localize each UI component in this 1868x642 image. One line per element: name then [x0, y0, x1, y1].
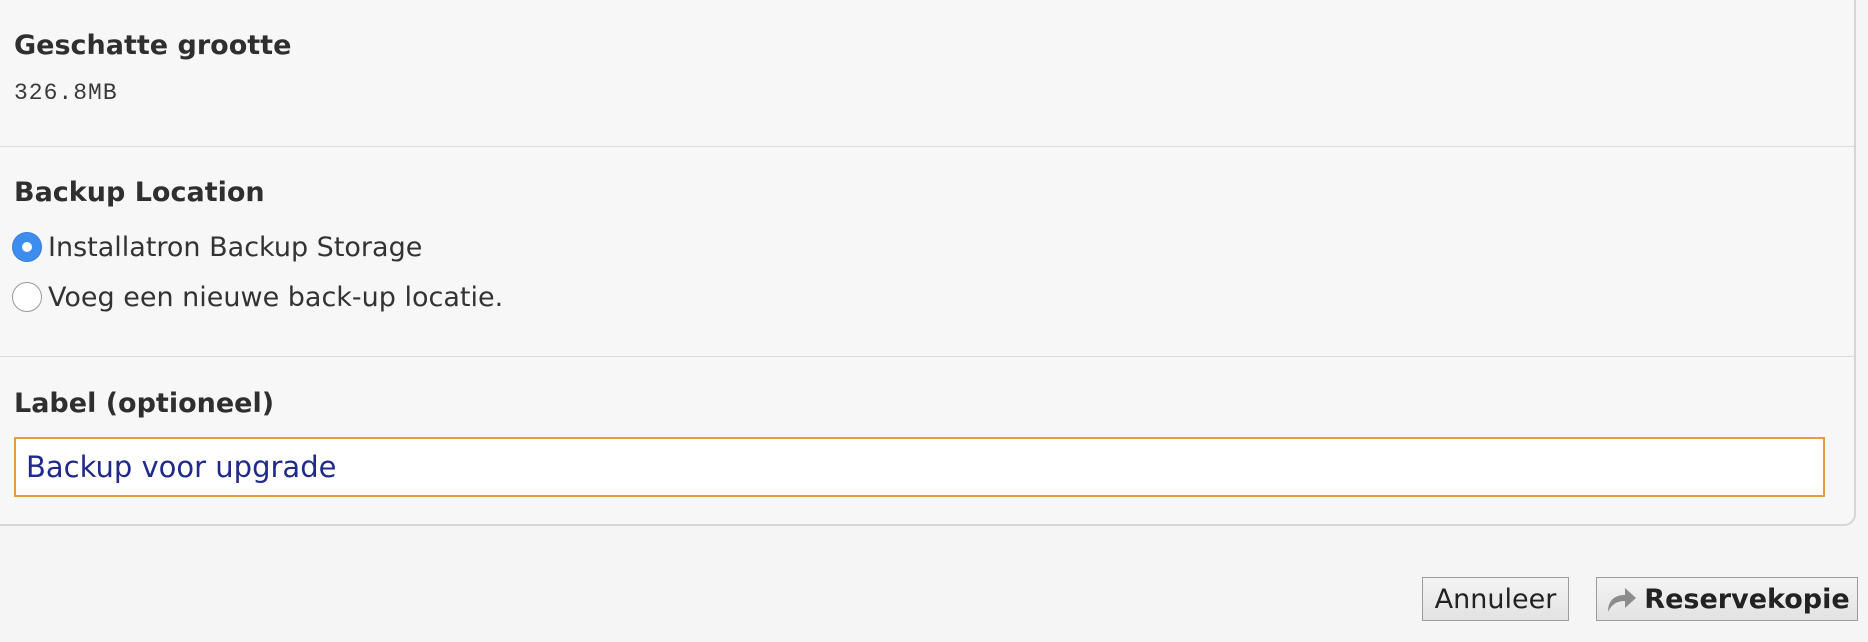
backup-location-section: Backup Location Installatron Backup Stor…: [0, 147, 1854, 356]
estimated-size-value: 326.8MB: [14, 80, 118, 106]
radio-button-unchecked[interactable]: [12, 282, 42, 312]
share-arrow-icon: [1604, 584, 1638, 614]
backup-form-panel: Geschatte grootte 326.8MB Backup Locatio…: [0, 0, 1856, 526]
estimated-size-section: Geschatte grootte 326.8MB: [0, 0, 1854, 146]
backup-button[interactable]: Reservekopie: [1596, 577, 1858, 621]
backup-label-input[interactable]: [14, 437, 1825, 497]
radio-option-installatron-storage[interactable]: Installatron Backup Storage: [12, 230, 422, 264]
radio-option-label: Voeg een nieuwe back-up locatie.: [48, 281, 504, 313]
estimated-size-heading: Geschatte grootte: [14, 30, 292, 61]
radio-option-label: Installatron Backup Storage: [48, 231, 423, 263]
cancel-button[interactable]: Annuleer: [1422, 577, 1569, 621]
radio-button-checked[interactable]: [12, 232, 42, 262]
backup-button-label: Reservekopie: [1644, 583, 1850, 615]
radio-option-new-location[interactable]: Voeg een nieuwe back-up locatie.: [12, 280, 503, 314]
label-field-heading: Label (optioneel): [14, 388, 275, 419]
section-divider: [0, 356, 1854, 357]
backup-location-heading: Backup Location: [14, 177, 265, 208]
